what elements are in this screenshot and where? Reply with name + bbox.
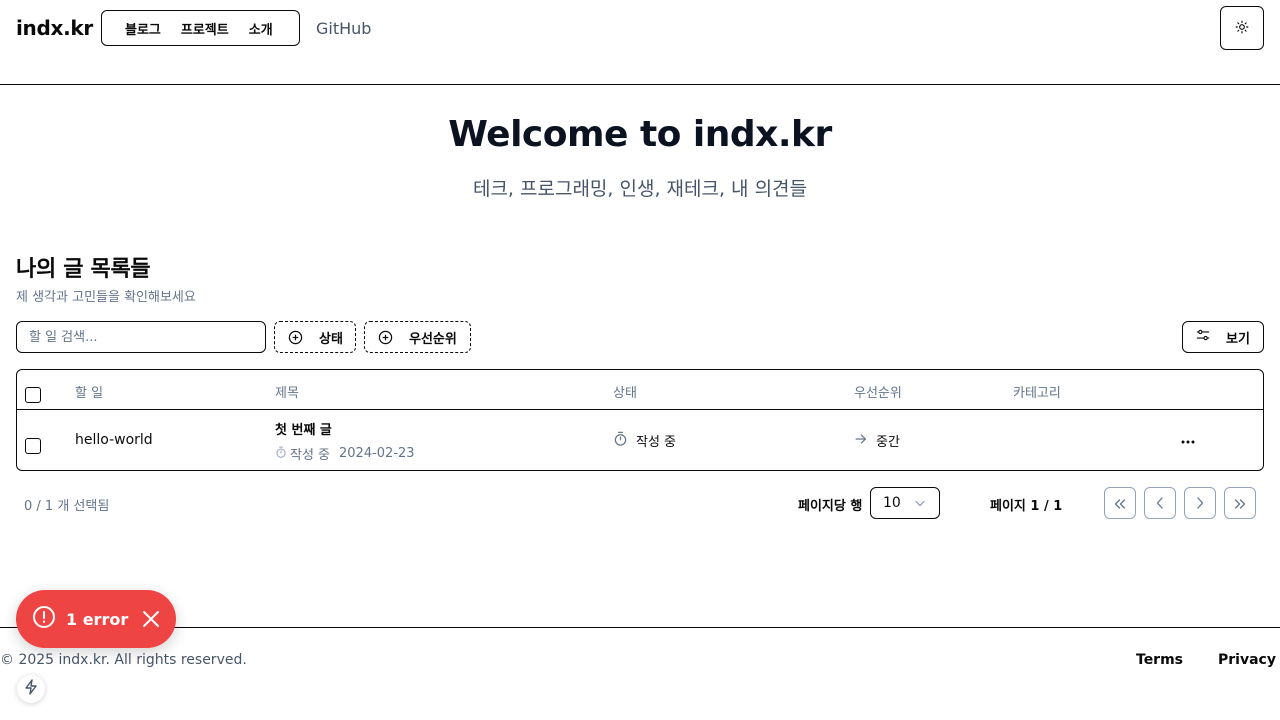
select-all-checkbox[interactable] — [25, 387, 41, 403]
chevrons-right-icon — [1234, 494, 1246, 513]
terms-link[interactable]: Terms — [1136, 652, 1183, 668]
main-nav: 블로그 프로젝트 소개 — [101, 10, 300, 46]
hero-subtitle: 테크, 프로그래밍, 인생, 재테크, 내 의견들 — [472, 178, 808, 200]
site-footer: © 2025 indx.kr. All rights reserved. Ter… — [0, 627, 1280, 720]
section-title: 나의 글 목록들 — [16, 257, 151, 282]
post-date: 2024-02-23 — [339, 446, 415, 461]
plus-circle-icon — [378, 330, 393, 345]
post-meta-status: 작성 중 — [290, 448, 331, 463]
dev-tools-button[interactable] — [17, 675, 45, 703]
first-page-button[interactable] — [1104, 487, 1136, 519]
chevron-right-icon — [1196, 494, 1204, 513]
arrow-right-icon — [854, 432, 876, 450]
chevron-left-icon — [1156, 494, 1164, 513]
column-header-priority[interactable]: 우선순위 — [854, 382, 902, 401]
column-header-title[interactable]: 제목 — [275, 382, 299, 401]
nav-item-blog[interactable]: 블로그 — [125, 19, 161, 38]
sun-icon — [1235, 19, 1249, 38]
priority-filter-label: 우선순위 — [409, 331, 457, 347]
table-header: 할 일 제목 상태 우선순위 카테고리 — [17, 370, 1263, 410]
nav-item-about[interactable]: 소개 — [249, 19, 273, 38]
view-options-button[interactable]: 보기 — [1182, 321, 1264, 353]
github-link[interactable]: GitHub — [316, 19, 371, 38]
close-icon[interactable] — [142, 610, 160, 628]
sliders-icon — [1196, 328, 1226, 346]
copyright-text: © 2025 indx.kr. All rights reserved. — [0, 652, 247, 668]
error-count: 1 error — [66, 609, 129, 629]
rows-per-page-value: 10 — [883, 495, 901, 511]
posts-table: 할 일 제목 상태 우선순위 카테고리 hello-world 첫 번째 글 작… — [16, 369, 1264, 471]
timer-icon — [613, 431, 636, 450]
row-checkbox[interactable] — [25, 438, 41, 454]
section-description: 제 생각과 고민들을 확인해보세요 — [16, 290, 196, 305]
view-options-label: 보기 — [1226, 331, 1250, 347]
plus-circle-icon — [288, 330, 303, 345]
site-header: indx.kr 블로그 프로젝트 소개 GitHub — [0, 0, 1280, 85]
nav-item-projects[interactable]: 프로젝트 — [181, 19, 229, 38]
site-logo[interactable]: indx.kr — [16, 16, 93, 40]
privacy-link[interactable]: Privacy — [1218, 652, 1276, 668]
post-meta: 작성 중 2024-02-23 — [275, 444, 415, 463]
next-page-button[interactable] — [1184, 487, 1216, 519]
row-actions-button[interactable] — [1177, 427, 1199, 449]
column-header-status[interactable]: 상태 — [613, 382, 637, 401]
more-horizontal-icon — [1181, 429, 1195, 448]
priority-value: 중간 — [876, 435, 900, 450]
page-indicator: 페이지 1 / 1 — [990, 499, 1063, 514]
chevrons-left-icon — [1114, 494, 1126, 513]
alert-circle-icon — [32, 605, 56, 633]
column-header-category[interactable]: 카테고리 — [1013, 382, 1061, 401]
rows-per-page-select[interactable]: 10 — [870, 487, 940, 519]
priority-cell: 중간 — [854, 431, 900, 450]
last-page-button[interactable] — [1224, 487, 1256, 519]
previous-page-button[interactable] — [1144, 487, 1176, 519]
hero-title: Welcome to indx.kr — [448, 114, 832, 155]
bolt-icon — [24, 679, 38, 699]
status-filter-label: 상태 — [319, 331, 343, 347]
status-value: 작성 중 — [636, 435, 677, 450]
priority-filter-button[interactable]: 우선순위 — [364, 321, 471, 353]
status-cell: 작성 중 — [613, 431, 676, 450]
table-row[interactable]: hello-world 첫 번째 글 작성 중 2024-02-23 작성 중 … — [17, 410, 1263, 470]
search-input[interactable] — [16, 321, 266, 353]
rows-per-page-label: 페이지당 행 — [798, 499, 863, 514]
status-filter-button[interactable]: 상태 — [274, 321, 356, 353]
column-header-task[interactable]: 할 일 — [75, 382, 103, 401]
task-name: hello-world — [75, 432, 153, 448]
theme-toggle-button[interactable] — [1220, 6, 1264, 50]
selected-count: 0 / 1 개 선택됨 — [24, 499, 110, 514]
timer-icon — [275, 446, 287, 462]
post-title[interactable]: 첫 번째 글 — [275, 419, 332, 438]
error-toast[interactable]: 1 error — [16, 590, 176, 648]
